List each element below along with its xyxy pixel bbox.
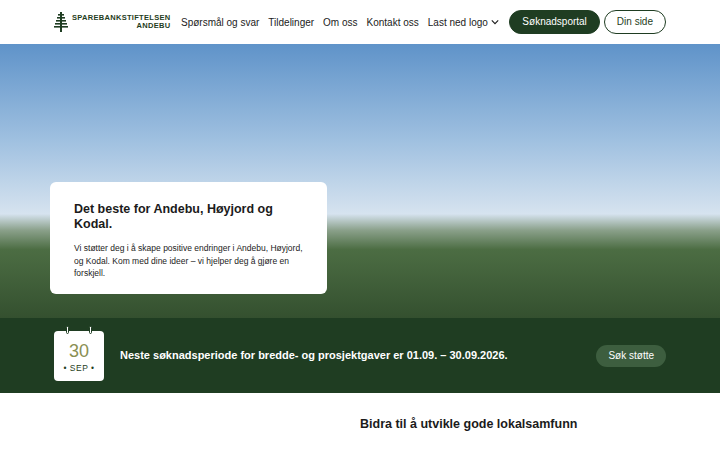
logo-line: ANDEBU — [72, 22, 170, 30]
header-buttons: SøknadsportalDin side — [509, 10, 666, 34]
main-nav: Spørsmål og svar Tildelinger Om oss Kontakt… — [181, 15, 499, 30]
nav-label: Tildelinger — [268, 15, 314, 30]
nav-link[interactable]: Spørsmål og svar — [181, 15, 259, 30]
section-spacer — [54, 417, 360, 432]
nav-label: Om oss — [323, 15, 357, 30]
site-header: SPAREBANKSTIFTELSENANDEBU Spørsmål og sva… — [0, 0, 720, 44]
notice-text: Neste søknadsperiode for bredde- og pros… — [120, 347, 508, 364]
apply-support-button[interactable]: Søk støtte — [596, 345, 666, 367]
calendar-ring — [66, 326, 69, 334]
notice-content: 30 • SEP • Neste søknadsperiode for bredde… — [54, 331, 508, 381]
portal-button[interactable]: Søknadsportal — [509, 10, 599, 34]
logo-line: SPAREBANKSTIFTELSEN — [72, 14, 170, 22]
hero-text: Vi støtter deg i å skape positive endrin… — [74, 242, 303, 280]
my-page-button[interactable]: Din side — [604, 10, 666, 34]
hero-photo: Det beste for Andebu, Høyjord og Kodal. V… — [0, 44, 720, 318]
site-logo[interactable]: SPAREBANKSTIFTELSENANDEBU — [54, 12, 170, 32]
notice-strip: 30 • SEP • Neste søknadsperiode for bredde… — [0, 318, 720, 393]
nav-link[interactable]: Last ned logo — [428, 15, 499, 30]
calendar-day: 30 — [69, 342, 89, 360]
nav-label: Spørsmål og svar — [181, 15, 259, 30]
hero-card: Det beste for Andebu, Høyjord og Kodal. V… — [50, 182, 327, 294]
calendar-month: • SEP • — [63, 364, 94, 373]
nav-link[interactable]: Om oss — [323, 15, 357, 30]
nav-link[interactable]: Kontakt oss — [367, 15, 419, 30]
logo-text: SPAREBANKSTIFTELSENANDEBU — [72, 14, 170, 31]
hero-title: Det beste for Andebu, Høyjord og Kodal. — [74, 202, 303, 232]
calendar-icon: 30 • SEP • — [54, 331, 104, 381]
intro-section: Bidra til å utvikle gode lokalsamfunn — [0, 393, 720, 432]
calendar-ring — [89, 326, 92, 334]
nav-label: Last ned logo — [428, 15, 488, 30]
nav-link[interactable]: Tildelinger — [268, 15, 314, 30]
tree-icon — [54, 12, 68, 32]
nav-label: Kontakt oss — [367, 15, 419, 30]
section-title: Bidra til å utvikle gode lokalsamfunn — [360, 417, 666, 432]
section-column: Bidra til å utvikle gode lokalsamfunn — [360, 417, 666, 432]
chevron-down-icon — [491, 18, 499, 26]
